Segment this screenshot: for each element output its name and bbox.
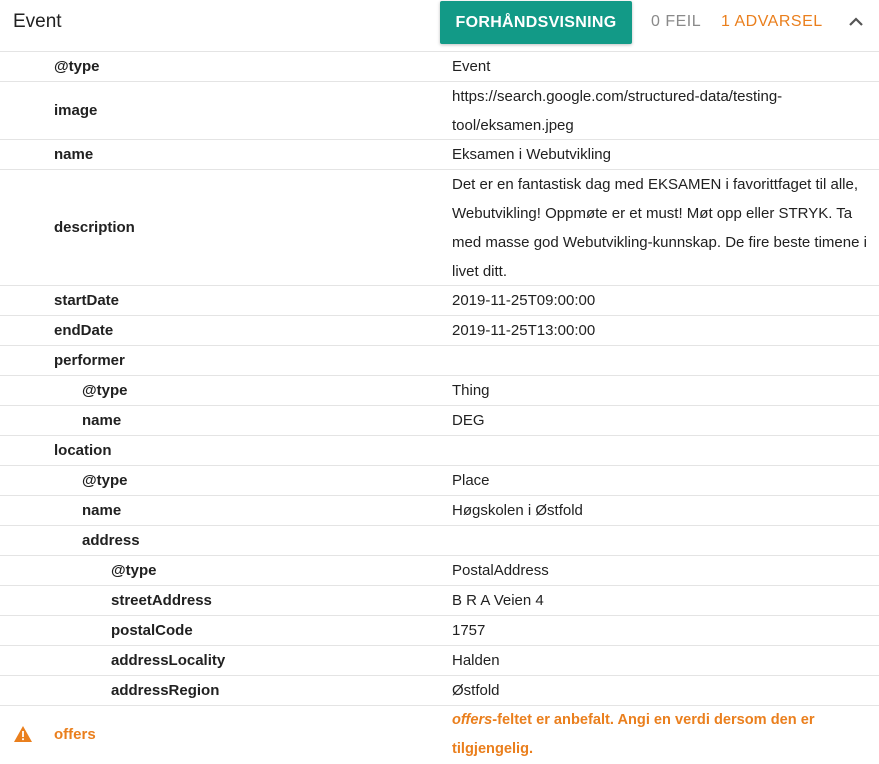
table-row: endDate 2019-11-25T13:00:00 [0,315,879,345]
property-key: @type [54,58,100,75]
warning-message: offers-feltet er anbefalt. Angi en verdi… [452,706,867,763]
property-key: description [54,219,135,236]
warning-text: -feltet er anbefalt. Angi en verdi derso… [452,711,815,757]
table-row: name DEG [0,405,879,435]
table-row: streetAddress B R A Veien 4 [0,585,879,615]
table-row: addressRegion Østfold [0,675,879,705]
warning-triangle-icon [14,726,32,742]
property-value: Østfold [452,682,500,699]
card-title: Event [13,11,62,32]
property-value: Det er en fantastisk dag med EKSAMEN i f… [452,175,867,280]
property-value: https://search.google.com/structured-dat… [452,87,783,134]
table-row: description Det er en fantastisk dag med… [0,169,879,285]
property-key: @type [82,472,128,489]
property-value: DEG [452,412,485,429]
table-row: startDate 2019-11-25T09:00:00 [0,285,879,315]
property-value: Høgskolen i Østfold [452,502,583,519]
warning-key: offers [54,726,96,743]
preview-button[interactable]: FORHÅNDSVISNING [440,1,632,44]
property-value: PostalAddress [452,562,549,579]
property-value: B R A Veien 4 [452,592,544,609]
property-key: name [54,146,94,163]
property-key: postalCode [111,622,193,639]
property-key: name [82,502,122,519]
table-row: image https://search.google.com/structur… [0,81,879,139]
table-row: @type PostalAddress [0,555,879,585]
property-key: location [54,442,112,459]
property-key: addressLocality [111,652,226,669]
table-row: addressLocality Halden [0,645,879,675]
table-row: @type Event [0,51,879,81]
property-value: Eksamen i Webutvikling [452,146,611,163]
property-key: name [82,412,122,429]
warning-field-name: offers [452,711,493,728]
property-value: Halden [452,652,500,669]
table-row: location [0,435,879,465]
table-row: postalCode 1757 [0,615,879,645]
property-key: @type [111,562,157,579]
table-row: performer [0,345,879,375]
property-key: endDate [54,322,114,339]
chevron-up-icon[interactable] [843,9,869,35]
table-row: name Høgskolen i Østfold [0,495,879,525]
property-key: startDate [54,292,120,309]
table-row: address [0,525,879,555]
property-key: @type [82,382,128,399]
property-value: 2019-11-25T13:00:00 [452,322,596,339]
property-value [452,346,867,375]
property-key: addressRegion [111,682,220,699]
property-value: 2019-11-25T09:00:00 [452,292,596,309]
property-key: address [82,532,140,549]
property-value: 1757 [452,622,486,639]
event-card-header: Event FORHÅNDSVISNING 0 FEIL 1 ADVARSEL [0,0,879,45]
property-value [452,526,867,555]
table-row: @type Thing [0,375,879,405]
property-key: performer [54,352,125,369]
warning-row: offers offers-feltet er anbefalt. Angi e… [0,705,879,763]
property-value: Event [452,58,491,75]
property-value: Thing [452,382,490,399]
property-key: streetAddress [111,592,212,609]
table-row: @type Place [0,465,879,495]
property-value: Place [452,472,490,489]
error-count[interactable]: 0 FEIL [651,13,701,31]
property-value [452,436,867,465]
table-row: name Eksamen i Webutvikling [0,139,879,169]
property-key: image [54,102,98,119]
warning-count[interactable]: 1 ADVARSEL [721,13,823,31]
